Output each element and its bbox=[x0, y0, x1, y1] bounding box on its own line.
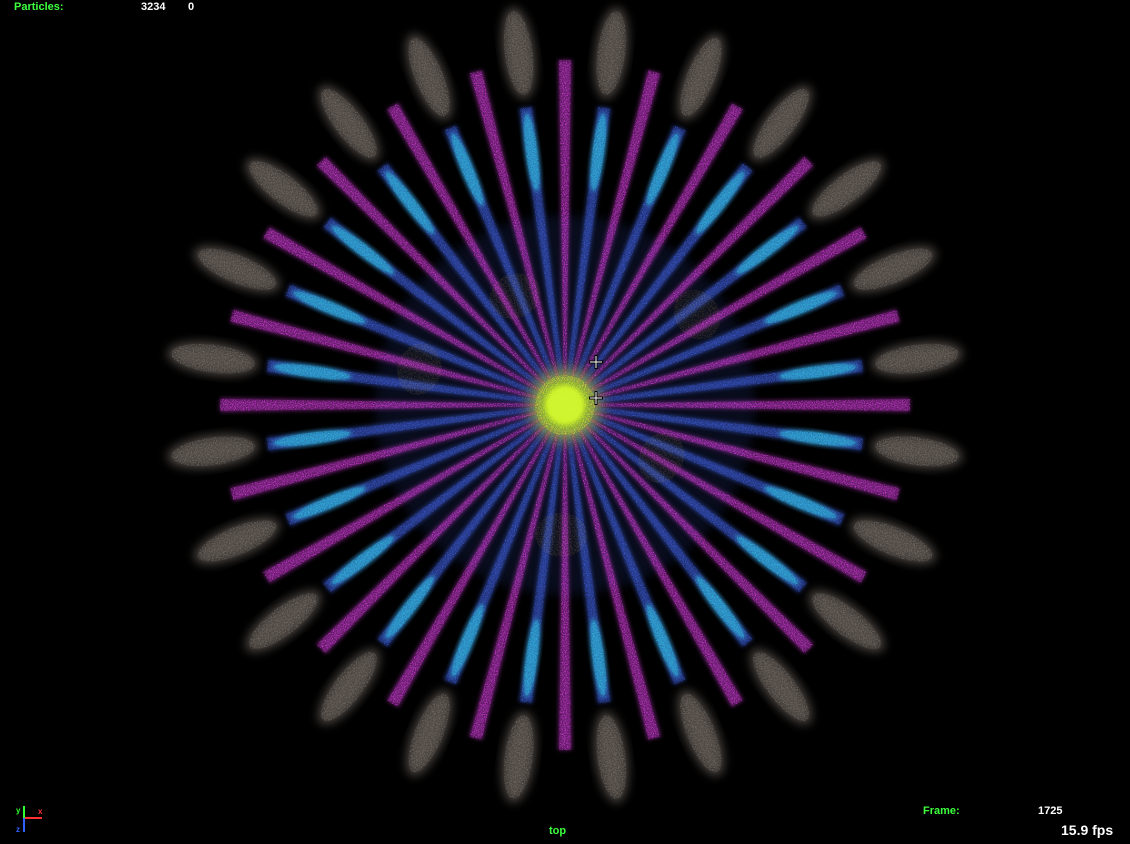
crosshair-cursor-icon bbox=[589, 391, 603, 405]
cyan-burst-speckle bbox=[647, 605, 679, 676]
cyan-burst-speckle bbox=[780, 363, 856, 380]
cyan-burst-speckle bbox=[523, 114, 540, 190]
cyan-burst-speckle bbox=[294, 291, 365, 323]
grey-plume-speckle bbox=[249, 161, 318, 217]
axis-y-label: y bbox=[16, 806, 21, 815]
axis-gizmo-icon: x y z bbox=[16, 806, 43, 834]
grey-plume-speckle bbox=[812, 161, 881, 217]
particle-viewport[interactable]: Particles: 3234 0 Frame: 1725 15.9 fps t… bbox=[0, 0, 1130, 844]
grey-plume-speckle bbox=[249, 593, 318, 649]
grey-plume-speckle bbox=[321, 89, 377, 158]
particle-core-center bbox=[545, 385, 585, 425]
cyan-burst-speckle bbox=[765, 291, 836, 323]
grey-plume-speckle bbox=[812, 593, 881, 649]
cyan-burst-speckle bbox=[451, 134, 483, 205]
axis-z-label: z bbox=[16, 825, 20, 834]
grey-plume-speckle bbox=[753, 652, 809, 721]
grey-plume-speckle bbox=[753, 89, 809, 158]
core-layer bbox=[521, 361, 609, 449]
view-name-label: top bbox=[549, 825, 567, 837]
particle-scene[interactable] bbox=[0, 0, 1130, 844]
grey-plume-speckle bbox=[321, 652, 377, 721]
particles-count: 3234 bbox=[141, 1, 166, 13]
cyan-burst-speckle bbox=[451, 605, 483, 676]
particles-secondary-value: 0 bbox=[188, 1, 195, 13]
cyan-burst-speckle bbox=[274, 430, 350, 447]
axis-x-label: x bbox=[38, 807, 43, 816]
cyan-burst-speckle bbox=[590, 114, 607, 190]
fps-readout: 15.9 fps bbox=[1061, 822, 1114, 838]
cyan-burst-speckle bbox=[274, 363, 350, 380]
cyan-burst-speckle bbox=[523, 620, 540, 696]
frame-value: 1725 bbox=[1038, 805, 1063, 817]
frame-label: Frame: bbox=[923, 805, 960, 817]
cyan-burst-speckle bbox=[765, 487, 836, 519]
cyan-burst-speckle bbox=[590, 620, 607, 696]
cyan-burst-speckle bbox=[647, 134, 679, 205]
cyan-burst-speckle bbox=[780, 430, 856, 447]
particles-label: Particles: bbox=[14, 1, 64, 13]
cyan-burst-speckle bbox=[294, 487, 365, 519]
crosshair-cursor-icon bbox=[589, 355, 603, 369]
